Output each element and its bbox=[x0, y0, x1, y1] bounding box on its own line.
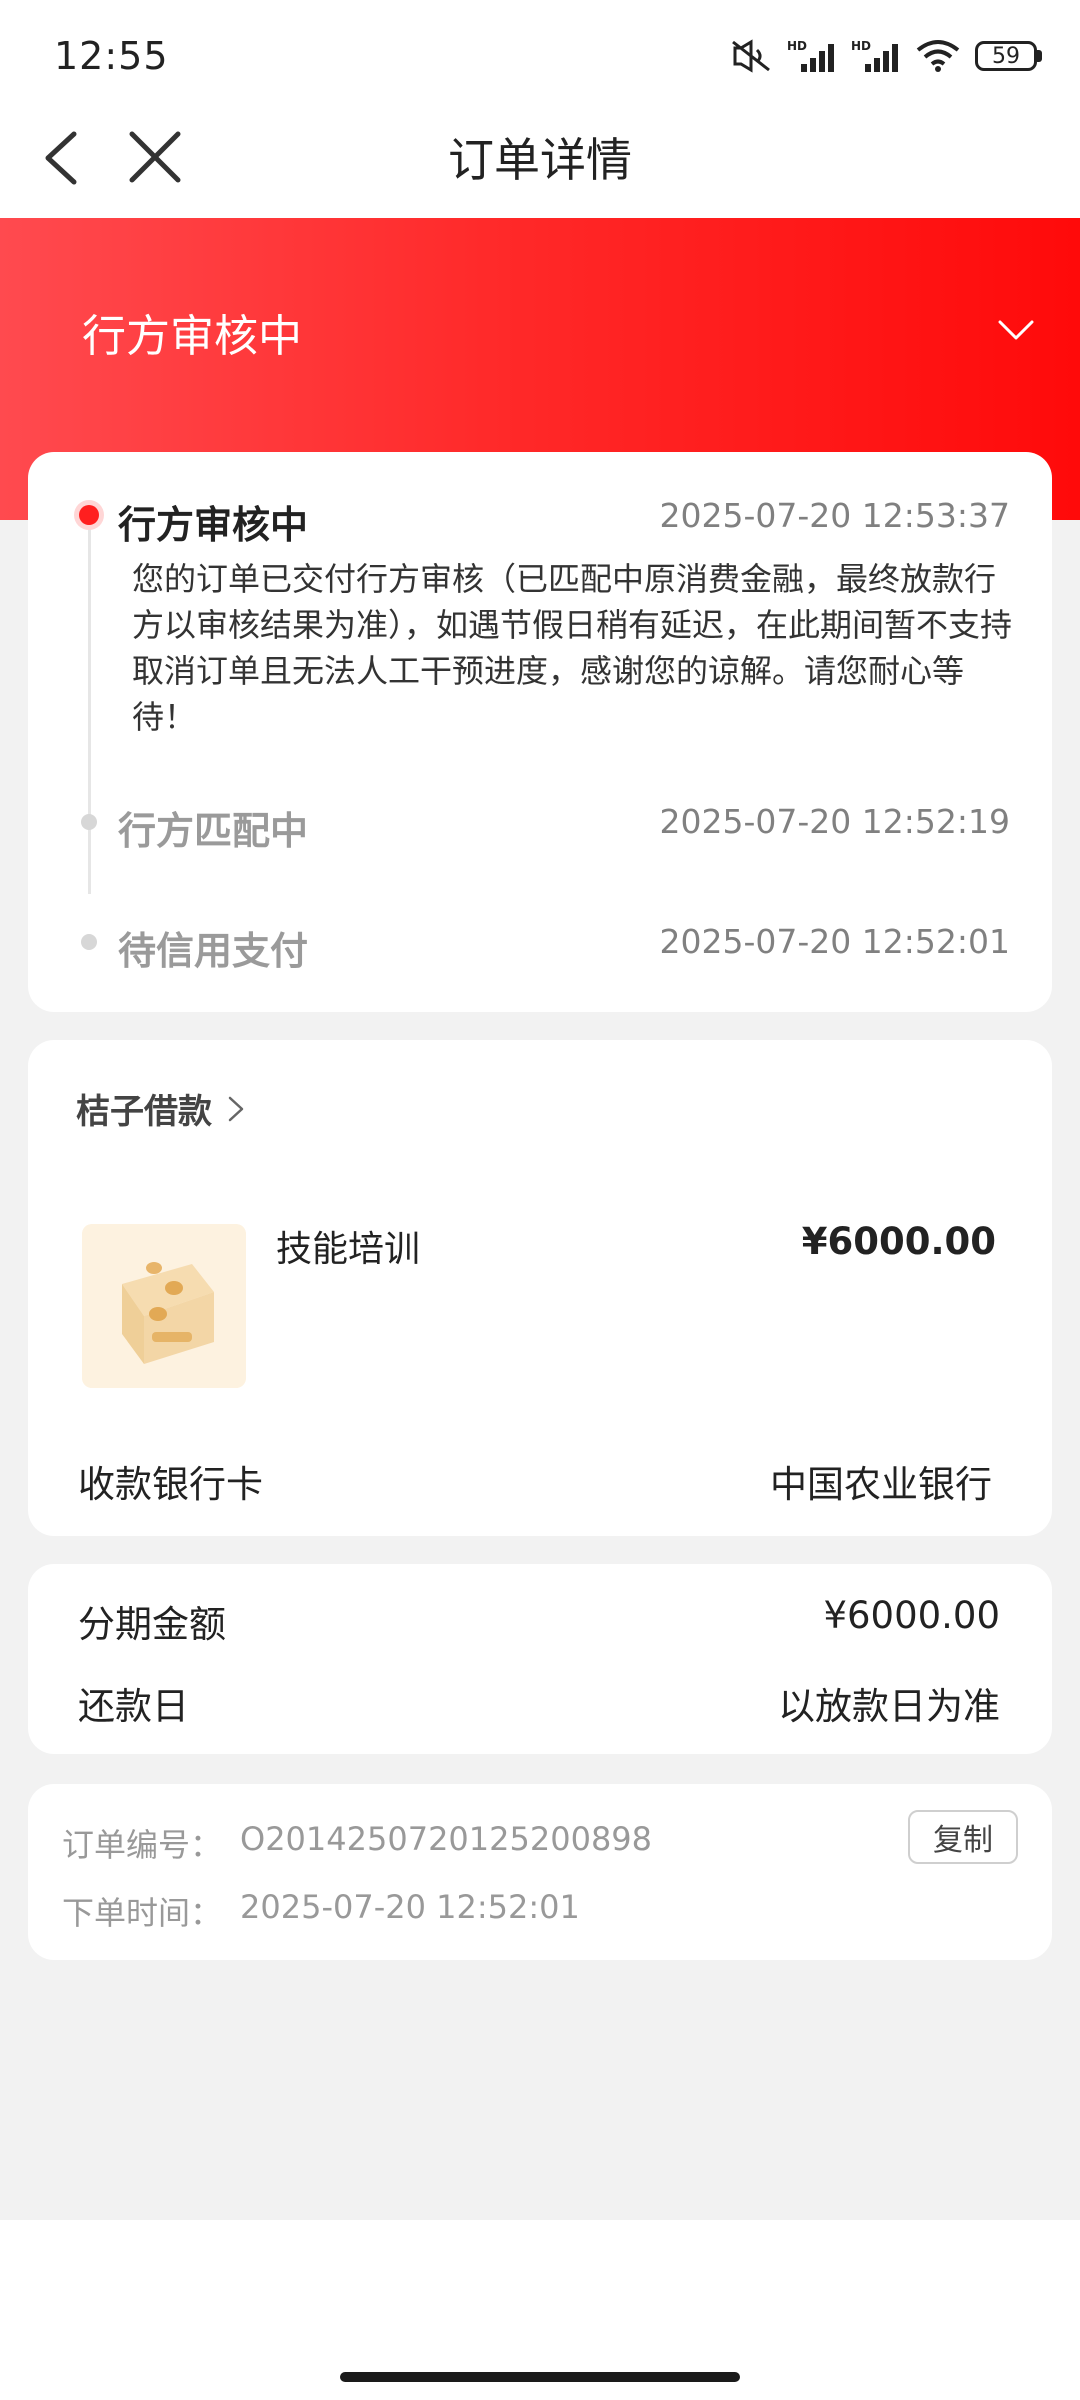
order-number-label: 订单编号： bbox=[62, 1826, 223, 1864]
chevron-down-icon[interactable] bbox=[992, 310, 1040, 350]
timeline-description: 您的订单已交付行方审核（已匹配中原消费金融，最终放款行方以审核结果为准），如遇节… bbox=[132, 560, 1013, 736]
order-detail-page: 12:55 HD HD 59 订单详情 行方审核中 行方审核中 2025-07-… bbox=[0, 0, 1080, 2400]
order-number-value: O2014250720125200898 bbox=[240, 1820, 653, 1858]
product-price: ¥6000.00 bbox=[801, 1220, 996, 1263]
order-info-card: 订单编号： O2014250720125200898 复制 下单时间： 2025… bbox=[28, 1784, 1052, 1960]
timeline-dot-active bbox=[74, 500, 104, 530]
timeline-title: 行方审核中 bbox=[118, 503, 309, 547]
timeline-line bbox=[88, 514, 91, 894]
signal-hd-icon: HD bbox=[851, 39, 898, 72]
repayment-day-value: 以放款日为准 bbox=[778, 1685, 1000, 1728]
timeline-time: 2025-07-20 12:52:01 bbox=[659, 922, 1010, 961]
merchant-name: 桔子借款 bbox=[76, 1092, 212, 1132]
timeline-dot bbox=[81, 814, 97, 830]
merchant-link[interactable]: 桔子借款 bbox=[76, 1084, 246, 1133]
status-time: 12:55 bbox=[54, 34, 169, 78]
svg-text:HD: HD bbox=[851, 39, 871, 53]
status-icons: HD HD 59 bbox=[729, 38, 1042, 74]
top-bar: 12:55 HD HD 59 订单详情 bbox=[0, 0, 1080, 218]
wifi-icon bbox=[916, 40, 960, 72]
installment-amount-value: ¥6000.00 bbox=[823, 1594, 1000, 1637]
product-name: 技能培训 bbox=[276, 1229, 421, 1270]
product-thumbnail bbox=[82, 1224, 246, 1388]
repayment-day-label: 还款日 bbox=[78, 1685, 189, 1728]
chevron-right-icon bbox=[228, 1096, 244, 1121]
timeline-title: 行方匹配中 bbox=[118, 809, 309, 853]
timeline-dot bbox=[81, 934, 97, 950]
bank-card-label: 收款银行卡 bbox=[78, 1463, 263, 1506]
timeline-time: 2025-07-20 12:53:37 bbox=[659, 496, 1010, 535]
copy-button[interactable]: 复制 bbox=[908, 1810, 1018, 1864]
status-timeline-card: 行方审核中 2025-07-20 12:53:37 您的订单已交付行方审核（已匹… bbox=[28, 452, 1052, 1012]
timeline-time: 2025-07-20 12:52:19 bbox=[659, 802, 1010, 841]
product-card: 桔子借款 技能培训 ¥6000.00 收款银行卡 中国农业银行 bbox=[28, 1040, 1052, 1536]
status-banner-title: 行方审核中 bbox=[82, 311, 302, 362]
page-title: 订单详情 bbox=[448, 133, 632, 187]
mute-icon bbox=[732, 39, 770, 73]
svg-text:HD: HD bbox=[787, 39, 807, 53]
order-time-label: 下单时间： bbox=[62, 1894, 223, 1932]
timeline-title: 待信用支付 bbox=[118, 929, 309, 973]
order-time-value: 2025-07-20 12:52:01 bbox=[240, 1888, 580, 1926]
bank-card-value: 中国农业银行 bbox=[770, 1463, 992, 1506]
home-indicator[interactable] bbox=[340, 2372, 740, 2382]
installment-card: 分期金额 ¥6000.00 还款日 以放款日为准 bbox=[28, 1564, 1052, 1754]
installment-amount-label: 分期金额 bbox=[78, 1603, 226, 1646]
battery-icon: 59 bbox=[975, 41, 1042, 71]
battery-level: 59 bbox=[975, 41, 1037, 71]
signal-hd-icon: HD bbox=[787, 39, 834, 72]
